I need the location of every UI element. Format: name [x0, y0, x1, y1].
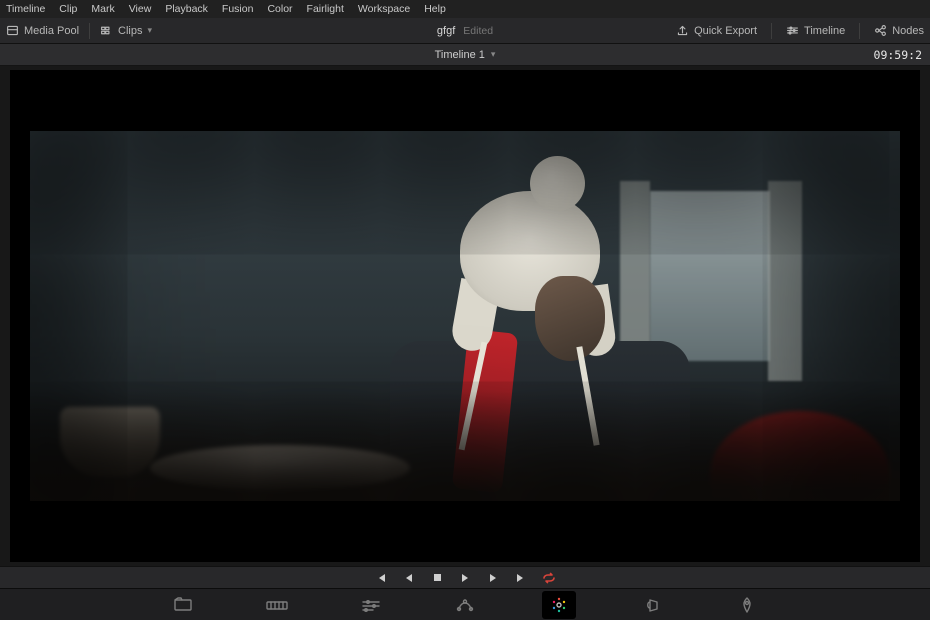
viewer-area	[0, 66, 930, 566]
stop-button[interactable]	[430, 571, 444, 585]
prev-frame-icon	[404, 573, 414, 583]
edit-page-icon	[361, 597, 381, 613]
top-toolbar: Media Pool Clips ▾ gfgf Edited Quick Exp…	[0, 18, 930, 44]
menu-playback[interactable]: Playback	[165, 3, 208, 15]
first-frame-button[interactable]	[374, 571, 388, 585]
divider	[771, 23, 772, 39]
tab-edit[interactable]	[354, 591, 388, 619]
media-pool-button[interactable]: Media Pool	[6, 24, 79, 37]
menu-workspace[interactable]: Workspace	[358, 3, 410, 15]
play-button[interactable]	[458, 571, 472, 585]
cut-page-icon	[266, 598, 288, 612]
menu-mark[interactable]: Mark	[91, 3, 114, 15]
nodes-panel-button[interactable]: Nodes	[874, 24, 924, 37]
tab-fairlight[interactable]	[636, 591, 670, 619]
divider	[89, 23, 90, 39]
media-pool-label: Media Pool	[24, 25, 79, 37]
project-title: gfgf	[437, 25, 455, 37]
next-frame-icon	[488, 573, 498, 583]
timeline-panel-label: Timeline	[804, 25, 845, 37]
menu-timeline[interactable]: Timeline	[6, 3, 45, 15]
timeline-dropdown[interactable]: Timeline 1 ▾	[435, 49, 496, 61]
project-title-group: gfgf Edited	[437, 25, 493, 37]
page-tabs	[0, 588, 930, 620]
clips-button[interactable]: Clips ▾	[100, 24, 152, 37]
nodes-icon	[874, 24, 887, 37]
video-viewer[interactable]	[10, 70, 920, 562]
timeline-panel-button[interactable]: Timeline	[786, 24, 845, 37]
clips-label: Clips	[118, 25, 142, 37]
tab-fusion[interactable]	[448, 591, 482, 619]
toolbar-right-group: Quick Export Timeline Nodes	[676, 23, 924, 39]
menu-fusion[interactable]: Fusion	[222, 3, 254, 15]
toolbar-left-group: Media Pool Clips ▾	[6, 23, 152, 39]
quick-export-label: Quick Export	[694, 25, 757, 37]
clips-icon	[100, 24, 113, 37]
app-menubar: Timeline Clip Mark View Playback Fusion …	[0, 0, 930, 18]
next-frame-button[interactable]	[486, 571, 500, 585]
last-frame-button[interactable]	[514, 571, 528, 585]
project-status: Edited	[463, 25, 493, 37]
timeline-name-label: Timeline 1	[435, 49, 485, 61]
first-frame-icon	[375, 572, 387, 584]
tab-media[interactable]	[166, 591, 200, 619]
media-pool-icon	[6, 24, 19, 37]
timecode-display[interactable]: 09:59:2	[874, 48, 922, 62]
nodes-panel-label: Nodes	[892, 25, 924, 37]
play-icon	[460, 573, 470, 583]
media-page-icon	[173, 597, 193, 613]
transport-controls	[0, 566, 930, 588]
divider	[859, 23, 860, 39]
timeline-icon	[786, 24, 799, 37]
menu-view[interactable]: View	[129, 3, 152, 15]
color-page-icon	[549, 595, 569, 615]
fairlight-page-icon	[644, 597, 662, 613]
menu-fairlight[interactable]: Fairlight	[307, 3, 344, 15]
quick-export-button[interactable]: Quick Export	[676, 24, 757, 37]
prev-frame-button[interactable]	[402, 571, 416, 585]
last-frame-icon	[515, 572, 527, 584]
tab-color[interactable]	[542, 591, 576, 619]
deliver-page-icon	[739, 596, 755, 614]
video-frame	[30, 131, 900, 501]
loop-icon	[542, 572, 556, 584]
menu-color[interactable]: Color	[267, 3, 292, 15]
chevron-down-icon: ▾	[148, 25, 153, 36]
menu-clip[interactable]: Clip	[59, 3, 77, 15]
timeline-header: Timeline 1 ▾ 09:59:2	[0, 44, 930, 66]
stop-icon	[433, 573, 442, 582]
menu-help[interactable]: Help	[424, 3, 446, 15]
tab-deliver[interactable]	[730, 591, 764, 619]
fusion-page-icon	[455, 597, 475, 613]
tab-cut[interactable]	[260, 591, 294, 619]
chevron-down-icon: ▾	[491, 49, 496, 60]
loop-button[interactable]	[542, 571, 556, 585]
export-icon	[676, 24, 689, 37]
